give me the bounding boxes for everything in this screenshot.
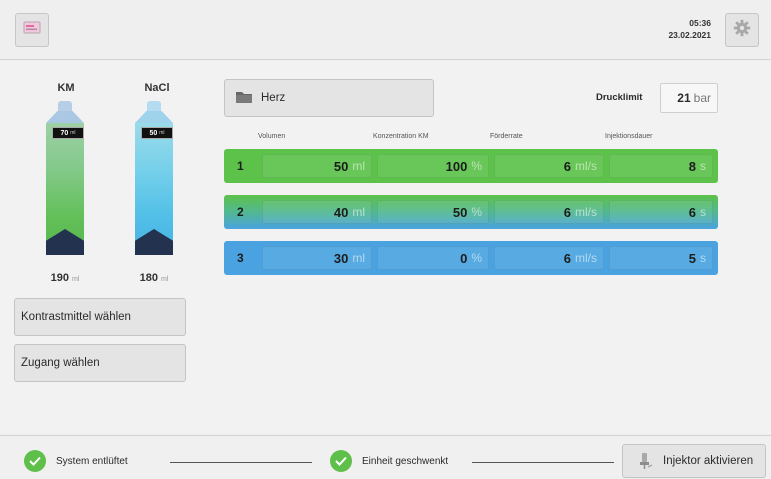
activate-injector-label: Injektor aktivieren bbox=[663, 455, 754, 467]
phase-row[interactable]: 3 30 ml 0% 6 ml/s 5s bbox=[224, 241, 718, 275]
nacl-label: NaCl bbox=[144, 82, 170, 94]
pressure-value: 21 bbox=[677, 91, 691, 105]
flow-unit: ml/s bbox=[575, 205, 597, 219]
flow-value: 6 bbox=[563, 158, 571, 174]
nacl-volume-value: 180 bbox=[139, 272, 158, 284]
conc-unit: % bbox=[471, 159, 482, 173]
volume-cell[interactable]: 50 ml bbox=[262, 154, 372, 178]
screen-menu-icon bbox=[23, 21, 41, 40]
duration-cell[interactable]: 5s bbox=[609, 246, 713, 270]
footer-bar: System entlüftet Einheit geschwenkt Inje… bbox=[0, 435, 771, 479]
km-badge: 70 ml bbox=[52, 127, 84, 139]
status-system-vented: System entlüftet bbox=[24, 450, 128, 472]
col-duration: Injektionsdauer bbox=[605, 133, 653, 140]
status-connector bbox=[472, 462, 614, 463]
duration-value: 5 bbox=[688, 250, 696, 266]
flow-value: 6 bbox=[563, 250, 571, 266]
conc-value: 50 bbox=[452, 204, 468, 220]
settings-button[interactable] bbox=[725, 13, 759, 47]
duration-unit: s bbox=[700, 205, 706, 219]
col-concentration: Konzentration KM bbox=[373, 133, 429, 140]
phase-row[interactable]: 2 40 ml 50% 6 ml/s 6s bbox=[224, 195, 718, 229]
nacl-syringe[interactable]: 50 ml bbox=[132, 101, 176, 256]
phase-index: 3 bbox=[237, 251, 244, 265]
main-area: KM 70 ml 190 ml NaCl 50 ml 180 ml Kontrast… bbox=[0, 61, 771, 434]
volume-unit: ml bbox=[352, 251, 365, 265]
protocol-button[interactable]: Herz bbox=[224, 79, 434, 117]
nacl-volume-unit: ml bbox=[161, 276, 169, 283]
km-badge-unit: ml bbox=[70, 130, 76, 136]
nacl-badge-value: 50 bbox=[149, 129, 158, 137]
select-access-button[interactable]: Zugang wählen bbox=[14, 344, 186, 382]
clock-time: 05:36 bbox=[689, 18, 711, 28]
volume-value: 30 bbox=[333, 250, 349, 266]
status-unit-swiveled: Einheit geschwenkt bbox=[330, 450, 448, 472]
km-label: KM bbox=[57, 82, 75, 94]
conc-unit: % bbox=[471, 251, 482, 265]
check-icon bbox=[24, 450, 46, 472]
gear-icon bbox=[733, 19, 751, 42]
conc-unit: % bbox=[471, 205, 482, 219]
header-bar: 05:36 23.02.2021 bbox=[0, 0, 771, 60]
status-text: Einheit geschwenkt bbox=[362, 455, 449, 467]
pressure-unit: bar bbox=[693, 91, 711, 105]
duration-unit: s bbox=[700, 159, 706, 173]
volume-value: 50 bbox=[333, 158, 349, 174]
volume-value: 40 bbox=[333, 204, 349, 220]
nacl-badge: 50 ml bbox=[141, 127, 173, 139]
duration-cell[interactable]: 6s bbox=[609, 200, 713, 224]
nacl-volume: 180 ml bbox=[124, 272, 184, 284]
phase-index: 2 bbox=[237, 205, 244, 219]
conc-value: 100 bbox=[445, 158, 468, 174]
duration-value: 8 bbox=[688, 158, 696, 174]
km-volume-value: 190 bbox=[50, 272, 69, 284]
flow-cell[interactable]: 6 ml/s bbox=[494, 154, 604, 178]
flow-cell[interactable]: 6 ml/s bbox=[494, 200, 604, 224]
status-text: System entlüftet bbox=[56, 455, 128, 467]
nacl-badge-unit: ml bbox=[159, 130, 165, 136]
duration-cell[interactable]: 8s bbox=[609, 154, 713, 178]
datetime: 05:36 23.02.2021 bbox=[668, 17, 711, 41]
flow-unit: ml/s bbox=[575, 251, 597, 265]
flow-value: 6 bbox=[563, 204, 571, 220]
km-syringe[interactable]: 70 ml bbox=[43, 101, 87, 256]
concentration-cell[interactable]: 0% bbox=[377, 246, 489, 270]
check-icon bbox=[330, 450, 352, 472]
phase-row[interactable]: 1 50 ml 100% 6 ml/s 8s bbox=[224, 149, 718, 183]
col-flow: Förderrate bbox=[490, 133, 523, 140]
pressure-field[interactable]: 21 bar bbox=[660, 83, 718, 113]
injector-icon bbox=[637, 452, 653, 470]
clock-date: 23.02.2021 bbox=[668, 30, 711, 40]
concentration-cell[interactable]: 50% bbox=[377, 200, 489, 224]
km-volume-unit: ml bbox=[72, 276, 80, 283]
volume-cell[interactable]: 40 ml bbox=[262, 200, 372, 224]
activate-injector-button[interactable]: Injektor aktivieren bbox=[622, 444, 766, 478]
select-contrast-button[interactable]: Kontrastmittel wählen bbox=[14, 298, 186, 336]
folder-icon bbox=[235, 90, 261, 107]
duration-unit: s bbox=[700, 251, 706, 265]
flow-cell[interactable]: 6 ml/s bbox=[494, 246, 604, 270]
volume-cell[interactable]: 30 ml bbox=[262, 246, 372, 270]
volume-unit: ml bbox=[352, 205, 365, 219]
flow-unit: ml/s bbox=[575, 159, 597, 173]
pressure-label: Drucklimit bbox=[596, 92, 643, 103]
menu-button[interactable] bbox=[15, 13, 49, 47]
km-volume: 190 ml bbox=[35, 272, 95, 284]
conc-value: 0 bbox=[460, 250, 468, 266]
km-badge-value: 70 bbox=[60, 129, 69, 137]
concentration-cell[interactable]: 100% bbox=[377, 154, 489, 178]
col-volume: Volumen bbox=[258, 133, 286, 140]
status-connector bbox=[170, 462, 312, 463]
phase-index: 1 bbox=[237, 159, 244, 173]
protocol-name: Herz bbox=[261, 92, 286, 104]
volume-unit: ml bbox=[352, 159, 365, 173]
duration-value: 6 bbox=[688, 204, 696, 220]
